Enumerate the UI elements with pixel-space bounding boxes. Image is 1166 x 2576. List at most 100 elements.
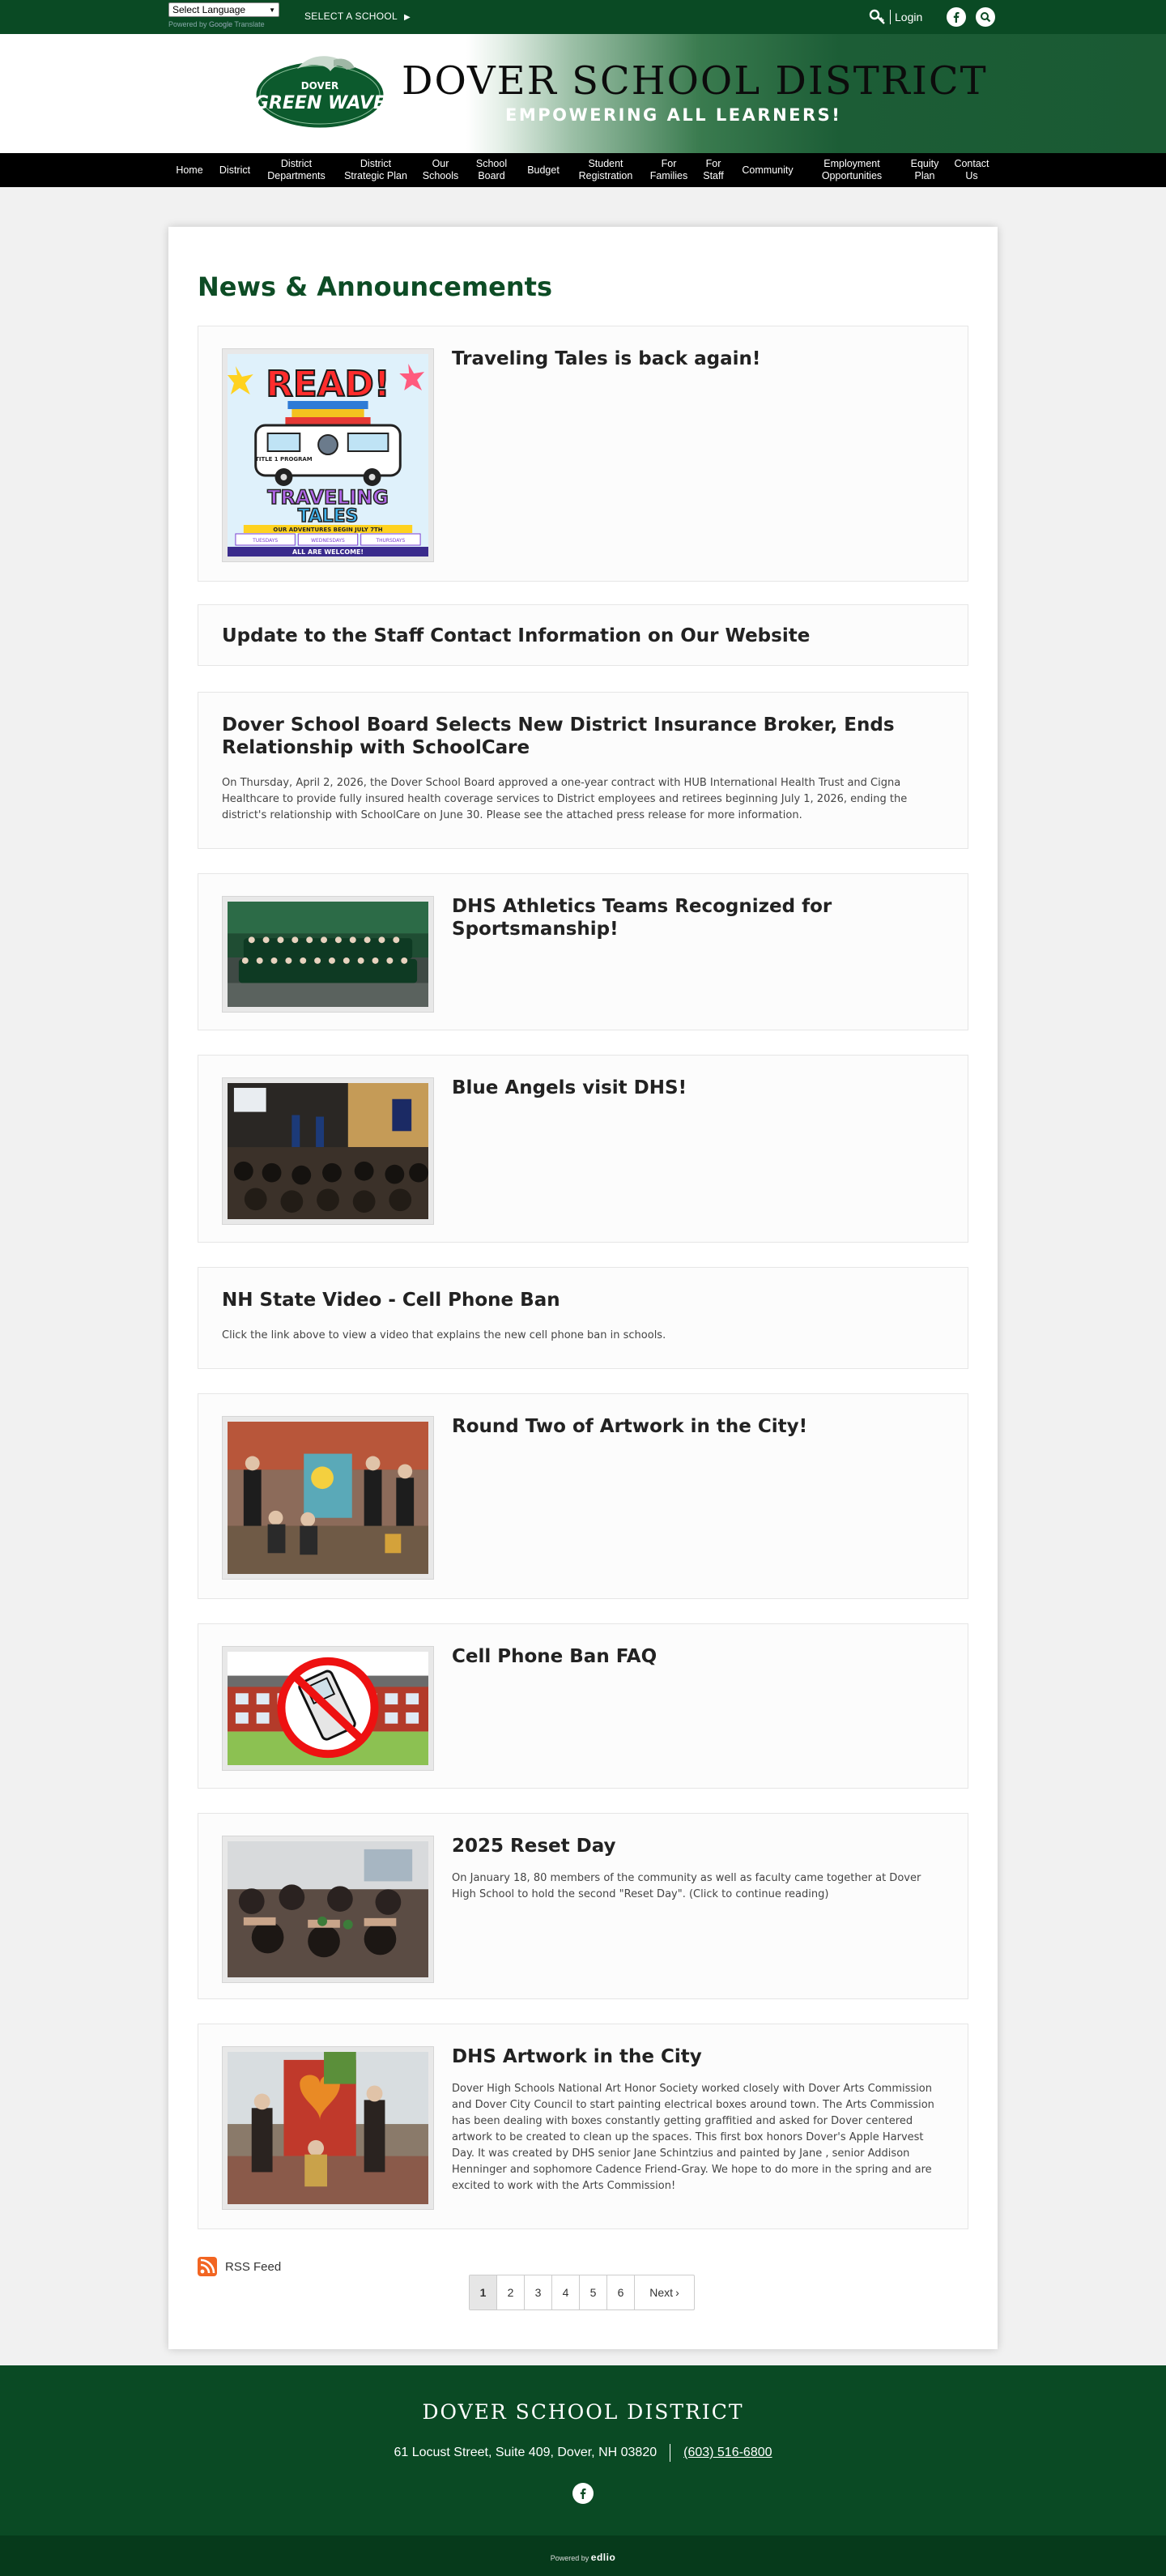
nav-item-for-staff[interactable]: For Staff bbox=[695, 153, 732, 187]
news-item-title[interactable]: Cell Phone Ban FAQ bbox=[452, 1645, 944, 1668]
pagination: 1 2 3 4 5 6 Next › bbox=[469, 2275, 695, 2310]
nav-item-budget[interactable]: Budget bbox=[518, 153, 568, 187]
search-icon[interactable] bbox=[976, 7, 996, 27]
district-logo[interactable]: DOVER GREEN WAVE bbox=[253, 49, 387, 132]
news-item-title[interactable]: DHS Artwork in the City bbox=[452, 2045, 944, 2068]
chevron-right-icon: › bbox=[675, 2286, 679, 2299]
edlio-credit[interactable]: Powered by edlio bbox=[0, 2552, 1166, 2563]
news-item[interactable]: Update to the Staff Contact Information … bbox=[198, 604, 968, 666]
nav-item-student-registration[interactable]: Student Registration bbox=[570, 153, 641, 187]
cell-phone-ban-image[interactable] bbox=[222, 1646, 434, 1771]
login-area: Login bbox=[868, 7, 996, 27]
flyer-day-1: TUESDAYS bbox=[252, 538, 278, 544]
page-5-button[interactable]: 5 bbox=[580, 2275, 607, 2309]
edlio-powered-label: Powered by bbox=[550, 2554, 589, 2562]
page-1-button[interactable]: 1 bbox=[470, 2275, 497, 2309]
language-select-label: Select Language bbox=[172, 4, 246, 15]
page-6-button[interactable]: 6 bbox=[607, 2275, 635, 2309]
news-item-title[interactable]: Update to the Staff Contact Information … bbox=[222, 625, 944, 647]
rss-icon bbox=[198, 2257, 217, 2276]
select-school-button[interactable]: SELECT A SCHOOL ▶ bbox=[304, 11, 411, 22]
footer-address: 61 Locust Street, Suite 409, Dover, NH 0… bbox=[394, 2446, 657, 2459]
facebook-icon[interactable] bbox=[572, 2483, 594, 2504]
flyer-read-text: READ! bbox=[266, 364, 389, 405]
athletics-team-photo[interactable] bbox=[222, 896, 434, 1013]
news-item[interactable]: NH State Video - Cell Phone Ban Click th… bbox=[198, 1267, 968, 1369]
footer-bottom-bar: Powered by edlio bbox=[0, 2535, 1166, 2576]
footer-district-name: DOVER SCHOOL DISTRICT bbox=[422, 2400, 744, 2424]
flyer-footer: ALL ARE WELCOME! bbox=[292, 548, 364, 556]
nav-item-for-families[interactable]: For Families bbox=[645, 153, 693, 187]
nav-item-community[interactable]: Community bbox=[734, 153, 802, 187]
site-header: DOVER GREEN WAVE DOVER SCHOOL DISTRICT E… bbox=[0, 34, 1166, 153]
news-item-summary: On Thursday, April 2, 2026, the Dover Sc… bbox=[222, 777, 908, 821]
logo-line1: DOVER bbox=[301, 80, 339, 92]
news-item-title[interactable]: NH State Video - Cell Phone Ban bbox=[222, 1289, 944, 1311]
nav-item-district-departments[interactable]: District Departments bbox=[259, 153, 334, 187]
news-item[interactable]: Blue Angels visit DHS! bbox=[198, 1055, 968, 1243]
google-wordmark: Google bbox=[209, 20, 233, 28]
logo-line2: GREEN WAVE bbox=[254, 93, 385, 113]
news-item-summary: Click the link above to view a video tha… bbox=[222, 1329, 666, 1341]
page-2-button[interactable]: 2 bbox=[497, 2275, 525, 2309]
top-utility-bar: Select Language ▼ Powered by Google Tran… bbox=[0, 0, 1166, 34]
news-card: News & Announcements READ! TITLE 1 PROGR… bbox=[168, 227, 998, 2349]
footer-phone-link[interactable]: (603) 516-6800 bbox=[683, 2446, 772, 2460]
traveling-tales-flyer-image[interactable]: READ! TITLE 1 PROGRAM TRAVELING TALES OU… bbox=[222, 348, 434, 562]
triangle-right-icon: ▶ bbox=[404, 13, 411, 22]
news-item[interactable]: Dover School Board Selects New District … bbox=[198, 692, 968, 849]
site-tagline: EMPOWERING ALL LEARNERS! bbox=[505, 105, 842, 125]
dhs-artwork-photo[interactable] bbox=[222, 2046, 434, 2210]
news-item[interactable]: 2025 Reset Day On January 18, 80 members… bbox=[198, 1813, 968, 1999]
news-item[interactable]: DHS Athletics Teams Recognized for Sport… bbox=[198, 873, 968, 1030]
page-title: News & Announcements bbox=[198, 271, 552, 302]
site-title[interactable]: DOVER SCHOOL DISTRICT bbox=[402, 58, 988, 104]
login-link[interactable]: Login bbox=[895, 11, 922, 23]
facebook-icon[interactable] bbox=[947, 7, 967, 27]
flyer-title-2: TALES bbox=[298, 506, 359, 527]
next-page-button[interactable]: Next › bbox=[635, 2275, 694, 2309]
flyer-day-3: THURSDAYS bbox=[375, 538, 405, 544]
page-4-button[interactable]: 4 bbox=[552, 2275, 580, 2309]
reset-day-photo[interactable] bbox=[222, 1836, 434, 1983]
page-3-button[interactable]: 3 bbox=[525, 2275, 552, 2309]
news-item[interactable]: DHS Artwork in the City Dover High Schoo… bbox=[198, 2024, 968, 2229]
news-item[interactable]: Cell Phone Ban FAQ bbox=[198, 1623, 968, 1789]
news-item[interactable]: Round Two of Artwork in the City! bbox=[198, 1393, 968, 1599]
news-item-summary: On January 18, 80 members of the communi… bbox=[452, 1872, 921, 1900]
flyer-title-1: TRAVELING bbox=[267, 486, 388, 509]
next-page-label: Next bbox=[649, 2286, 674, 2299]
flyer-day-2: WEDNESDAYS bbox=[311, 538, 345, 544]
news-item-title[interactable]: Round Two of Artwork in the City! bbox=[452, 1415, 944, 1438]
select-school-label: SELECT A SCHOOL bbox=[304, 11, 398, 22]
news-item[interactable]: READ! TITLE 1 PROGRAM TRAVELING TALES OU… bbox=[198, 326, 968, 582]
login-divider bbox=[890, 10, 891, 24]
nav-item-strategic-plan[interactable]: District Strategic Plan bbox=[335, 153, 416, 187]
nav-item-school-board[interactable]: School Board bbox=[466, 153, 517, 187]
google-translate-credit: Powered by Google Translate bbox=[168, 20, 279, 28]
news-item-title[interactable]: 2025 Reset Day bbox=[452, 1835, 944, 1857]
translate-link[interactable]: Translate bbox=[234, 20, 264, 28]
nav-item-equity-plan[interactable]: Equity Plan bbox=[900, 153, 949, 187]
flyer-banner: OUR ADVENTURES BEGIN JULY 7TH bbox=[273, 527, 382, 533]
blue-angels-photo[interactable] bbox=[222, 1077, 434, 1225]
nav-item-home[interactable]: Home bbox=[167, 153, 212, 187]
footer-contact: 61 Locust Street, Suite 409, Dover, NH 0… bbox=[0, 2444, 1166, 2462]
language-select[interactable]: Select Language ▼ bbox=[168, 2, 279, 17]
nav-item-employment[interactable]: Employment Opportunities bbox=[806, 153, 897, 187]
news-item-title[interactable]: Dover School Board Selects New District … bbox=[222, 714, 944, 759]
nav-item-our-schools[interactable]: Our Schools bbox=[418, 153, 463, 187]
rss-feed-link[interactable]: RSS Feed bbox=[198, 2257, 281, 2276]
artwork-city-photo[interactable] bbox=[222, 1416, 434, 1580]
rss-feed-label: RSS Feed bbox=[225, 2259, 282, 2274]
news-item-title[interactable]: Blue Angels visit DHS! bbox=[452, 1077, 944, 1099]
news-item-title[interactable]: DHS Athletics Teams Recognized for Sport… bbox=[452, 895, 944, 940]
nav-item-contact-us[interactable]: Contact Us bbox=[951, 153, 993, 187]
nav-item-district[interactable]: District bbox=[212, 153, 257, 187]
news-item-summary: Dover High Schools National Art Honor So… bbox=[452, 2083, 934, 2192]
news-item-title[interactable]: Traveling Tales is back again! bbox=[452, 348, 944, 370]
key-icon bbox=[868, 7, 887, 27]
site-footer: DOVER SCHOOL DISTRICT 61 Locust Street, … bbox=[0, 2365, 1166, 2535]
powered-by-label: Powered by bbox=[168, 20, 207, 28]
main-navigation: Home District District Departments Distr… bbox=[0, 153, 1166, 187]
